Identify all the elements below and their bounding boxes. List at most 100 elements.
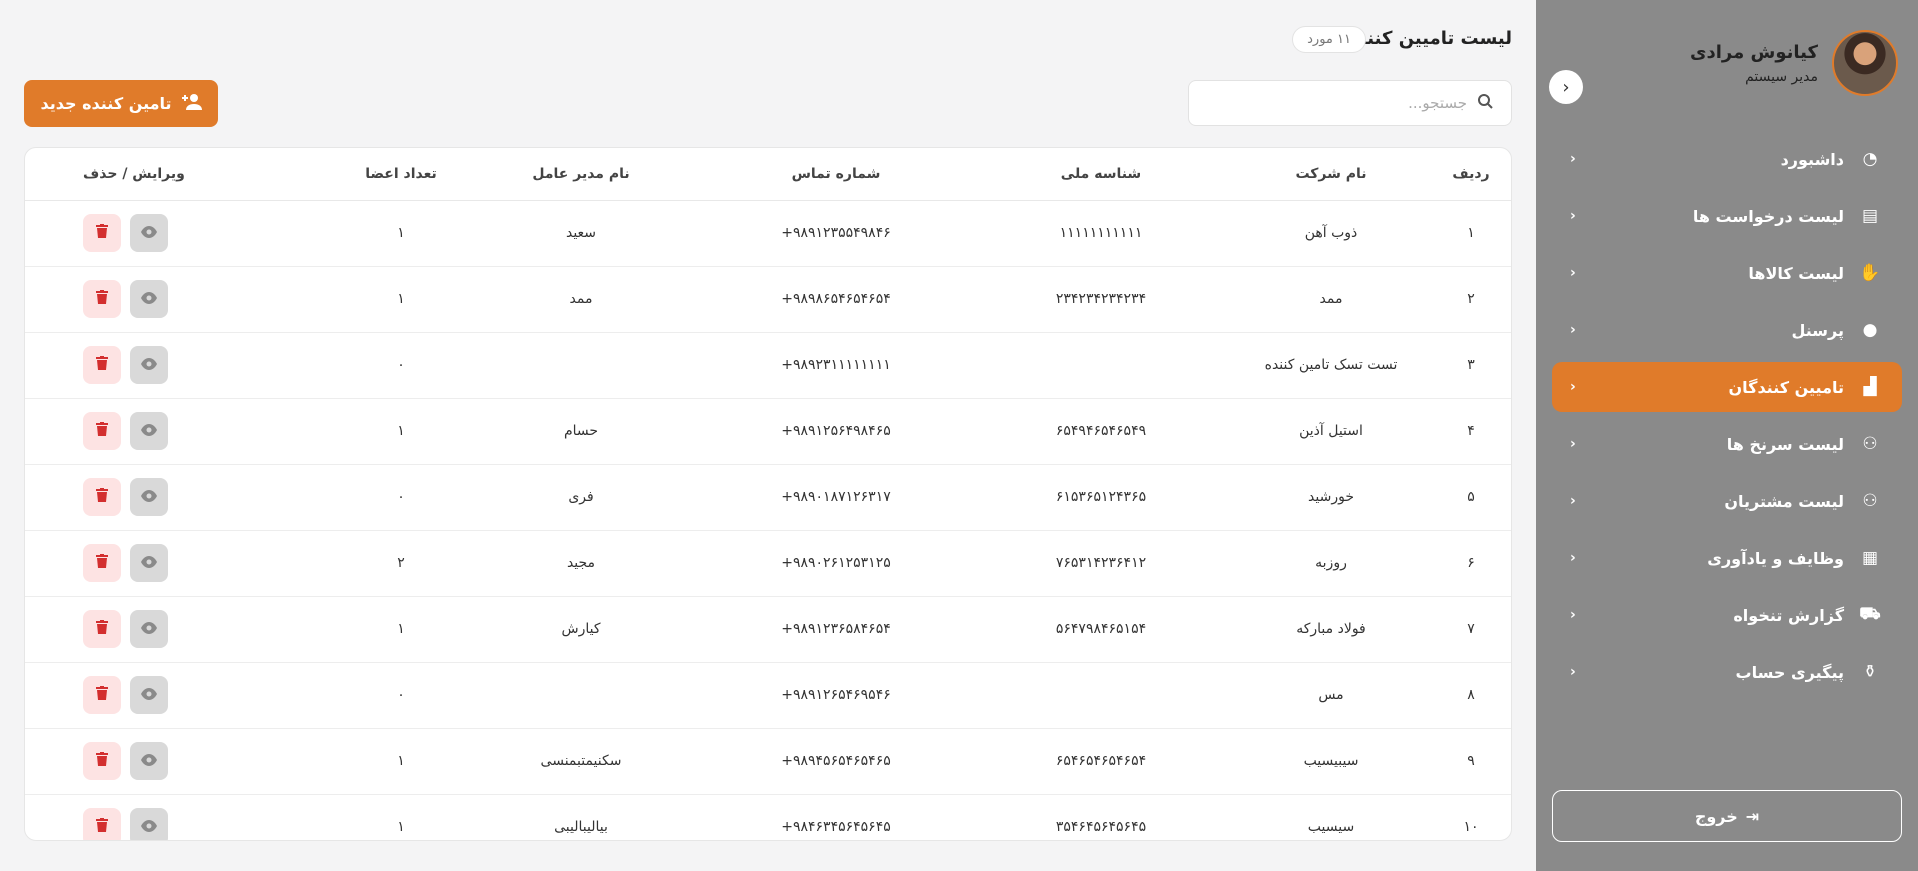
sidebar-item-label: تامیین کنندگان: [1728, 377, 1844, 397]
view-button[interactable]: [130, 544, 168, 582]
table-header-row: ردیف نام شرکت شناسه ملی شماره تماس نام م…: [25, 148, 1511, 201]
calendar-icon: ▦: [1861, 548, 1879, 568]
trash-icon: [96, 818, 108, 836]
cell-company: ممد: [1231, 266, 1431, 333]
view-button[interactable]: [130, 412, 168, 450]
sidebar-item-label: لیست مشتریان: [1724, 491, 1844, 511]
cell-phone: +۹۸۹۰۲۶۱۲۵۳۱۲۵: [701, 530, 971, 597]
user-profile[interactable]: کیانوش مرادی مدیر سیستم: [1690, 30, 1898, 96]
eye-icon: [141, 224, 157, 242]
cell-actions: [25, 530, 341, 597]
col-header-phone: شماره تماس: [701, 148, 971, 201]
cell-phone: +۹۸۹۱۲۶۵۴۶۹۵۴۶: [701, 662, 971, 729]
view-button[interactable]: [130, 478, 168, 516]
chevron-left-icon: ‹: [1562, 76, 1570, 98]
view-button[interactable]: [130, 346, 168, 384]
table-row: ۸ مس +۹۸۹۱۲۶۵۴۶۹۵۴۶ ۰: [25, 662, 1511, 729]
cell-manager: سعید: [461, 200, 701, 267]
eye-icon: [141, 554, 157, 572]
cell-national-id: [971, 332, 1231, 399]
cell-actions: [25, 464, 341, 531]
delete-button[interactable]: [83, 610, 121, 648]
delete-button[interactable]: [83, 346, 121, 384]
sidebar-collapse-button[interactable]: ‹: [1549, 70, 1583, 104]
cell-members: ۱: [341, 398, 461, 465]
delete-button[interactable]: [83, 412, 121, 450]
delete-button[interactable]: [83, 808, 121, 840]
sidebar-item-7[interactable]: ▦ وظایف و یادآوری ‹: [1552, 533, 1902, 583]
col-header-members: تعداد اعضا: [341, 148, 461, 201]
new-supplier-button[interactable]: تامین کننده جدید: [24, 80, 218, 127]
cell-manager: ممد: [461, 266, 701, 333]
delete-button[interactable]: [83, 214, 121, 252]
cell-company: سیبیسیب: [1231, 728, 1431, 795]
sidebar-item-1[interactable]: ▤ لیست درخواست ها ‹: [1552, 191, 1902, 241]
table-row: ۷ فولاد مبارکه ۵۶۴۷۹۸۴۶۵۱۵۴ +۹۸۹۱۲۳۶۵۸۴۶۵۴ ک…: [25, 596, 1511, 663]
eye-icon: [141, 290, 157, 308]
col-header-national-id: شناسه ملی: [971, 148, 1231, 201]
trash-icon: [96, 488, 108, 506]
table-row: ۴ استیل آذین ۶۵۴۹۴۶۵۴۶۵۴۹ +۹۸۹۱۲۵۶۴۹۸۴۶۵ حسا…: [25, 398, 1511, 465]
trash-icon: [96, 224, 108, 242]
trash-icon: [96, 554, 108, 572]
cell-members: ۱: [341, 596, 461, 663]
eye-icon: [141, 422, 157, 440]
delete-button[interactable]: [83, 676, 121, 714]
user-name: کیانوش مرادی: [1690, 41, 1818, 63]
chevron-left-icon: ‹: [1570, 379, 1576, 395]
chevron-left-icon: ‹: [1570, 322, 1576, 338]
cell-members: ۱: [341, 728, 461, 795]
sidebar-item-0[interactable]: ◔ داشبورد ‹: [1552, 134, 1902, 184]
view-button[interactable]: [130, 676, 168, 714]
cell-index: ۱: [1431, 200, 1511, 267]
view-button[interactable]: [130, 742, 168, 780]
chevron-left-icon: ‹: [1570, 436, 1576, 452]
sidebar: کیانوش مرادی مدیر سیستم ‹ ◔ داشبورد ‹ ▤ لیست…: [1536, 0, 1918, 871]
table-row: ۶ روزبه ۷۶۵۳۱۴۲۳۶۴۱۲ +۹۸۹۰۲۶۱۲۵۳۱۲۵ مجید ۲: [25, 530, 1511, 597]
table-row: ۵ خورشید ۶۱۵۳۶۵۱۲۴۳۶۵ +۹۸۹۰۱۸۷۱۲۶۳۱۷ فری ۰: [25, 464, 1511, 531]
cell-phone: +۹۸۹۰۱۸۷۱۲۶۳۱۷: [701, 464, 971, 531]
search-input[interactable]: [1207, 94, 1467, 112]
delete-button[interactable]: [83, 280, 121, 318]
cell-manager: بیالیبالیبی: [461, 794, 701, 840]
sidebar-item-label: وظایف و یادآوری: [1707, 548, 1844, 568]
delete-button[interactable]: [83, 742, 121, 780]
sidebar-item-8[interactable]: ⛟ گزارش تنخواه ‹: [1552, 590, 1902, 640]
delete-button[interactable]: [83, 544, 121, 582]
cell-members: ۲: [341, 530, 461, 597]
cell-phone: +۹۸۹۸۶۵۴۶۵۴۶۵۴: [701, 266, 971, 333]
logout-button[interactable]: ⇥ خروج: [1552, 790, 1902, 842]
cell-members: ۰: [341, 464, 461, 531]
view-button[interactable]: [130, 280, 168, 318]
delete-button[interactable]: [83, 478, 121, 516]
cell-company: سیسیب: [1231, 794, 1431, 840]
count-badge: ۱۱ مورد: [1292, 26, 1366, 53]
sidebar-item-2[interactable]: ✋ لیست کالاها ‹: [1552, 248, 1902, 298]
view-button[interactable]: [130, 808, 168, 840]
view-button[interactable]: [130, 610, 168, 648]
factory-icon: ▟: [1863, 377, 1877, 397]
cell-company: فولاد مبارکه: [1231, 596, 1431, 663]
sidebar-item-5[interactable]: ⚇ لیست سرنخ ها ‹: [1552, 419, 1902, 469]
user-icon: ●: [1862, 320, 1878, 340]
cell-manager: [461, 332, 701, 399]
search-icon: [1477, 93, 1493, 113]
logout-icon: ⇥: [1745, 806, 1760, 826]
trash-icon: [96, 686, 108, 704]
user-role: مدیر سیستم: [1745, 68, 1818, 85]
view-button[interactable]: [130, 214, 168, 252]
cell-index: ۲: [1431, 266, 1511, 333]
cell-national-id: ۳۵۴۶۴۵۶۴۵۶۴۵: [971, 794, 1231, 840]
chevron-left-icon: ‹: [1570, 664, 1576, 680]
sidebar-item-4[interactable]: ▟ تامیین کنندگان ‹: [1552, 362, 1902, 412]
sidebar-item-label: پرسنل: [1791, 320, 1844, 340]
sidebar-item-6[interactable]: ⚇ لیست مشتریان ‹: [1552, 476, 1902, 526]
sidebar-item-9[interactable]: ⚱ پیگیری حساب ‹: [1552, 647, 1902, 697]
cell-index: ۳: [1431, 332, 1511, 399]
table-row: ۳ تست تسک تامین کننده +۹۸۹۲۳۱۱۱۱۱۱۱۱ ۰: [25, 332, 1511, 399]
cell-members: ۰: [341, 332, 461, 399]
cell-members: ۱: [341, 266, 461, 333]
chevron-left-icon: ‹: [1570, 208, 1576, 224]
cell-index: ۸: [1431, 662, 1511, 729]
sidebar-item-3[interactable]: ● پرسنل ‹: [1552, 305, 1902, 355]
